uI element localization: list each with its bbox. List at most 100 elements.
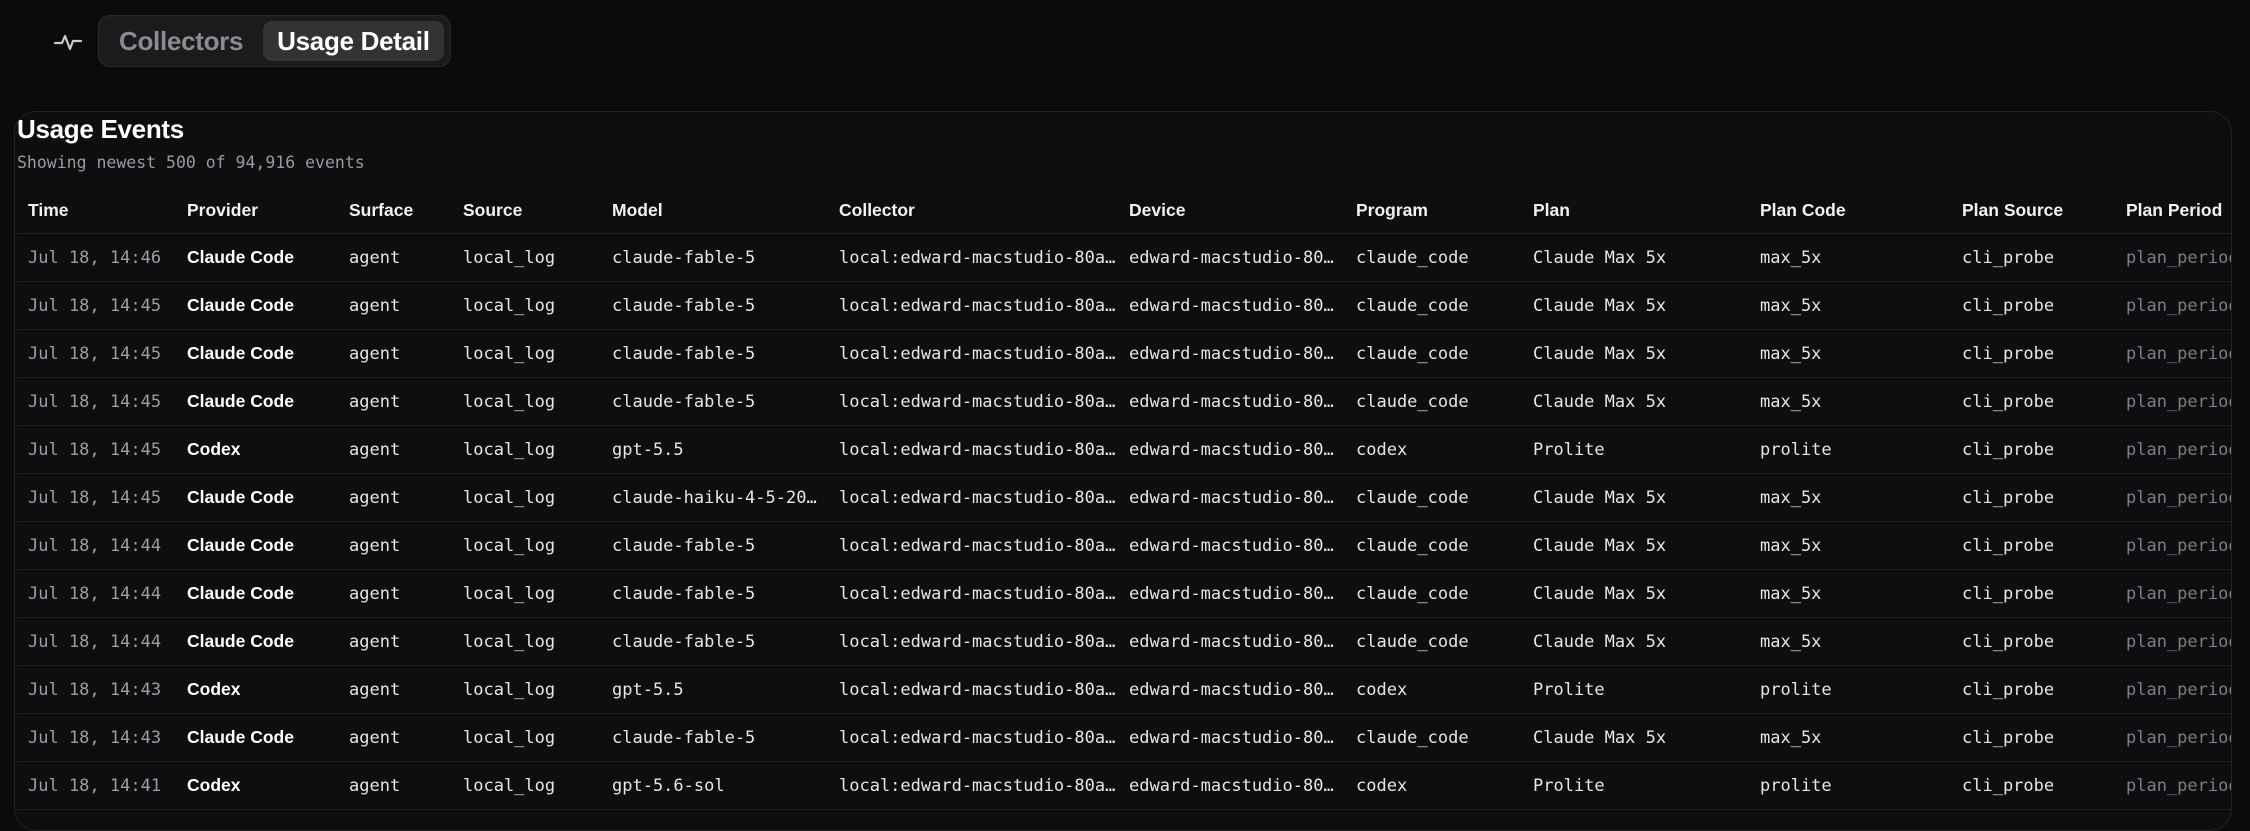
column-header-time[interactable]: Time [17,187,176,234]
cell-plan-code: max_5x [1749,521,1951,570]
cell-program: claude_code [1345,473,1522,522]
activity-pulse-icon[interactable] [52,28,84,56]
cell-plan-period: plan_period [2115,377,2231,426]
cell-source: local_log [452,233,601,282]
cell-surface: agent [338,713,452,762]
cell-plan-code: max_5x [1749,617,1951,666]
panel-title: Usage Events [17,114,184,144]
cell-time: Jul 18, 14:43 [17,713,176,762]
cell-surface: agent [338,761,452,810]
events-count-subtitle: Showing newest 500 of 94,916 events [17,153,365,172]
cell-source: local_log [452,473,601,522]
cell-plan-source: cli_probe [1951,617,2115,666]
cell-plan-period: plan_period [2115,617,2231,666]
column-header-program[interactable]: Program [1345,187,1522,234]
cell-surface: agent [338,377,452,426]
cell-device: edward-macstudio-80… [1118,713,1345,762]
cell-plan-code: max_5x [1749,569,1951,618]
cell-provider: Codex [176,425,338,474]
cell-program: codex [1345,665,1522,714]
cell-time: Jul 18, 14:43 [17,665,176,714]
cell-plan: Claude Max 5x [1522,473,1749,522]
cell-model: gpt-5.5 [601,425,828,474]
column-header-device[interactable]: Device [1118,187,1345,234]
table-header-row: Time Provider Surface Source Model Collector D… [17,187,2231,234]
cell-model: gpt-5.5 [601,665,828,714]
cell-provider: Claude Code [176,233,338,282]
cell-model: claude-fable-5 [601,617,828,666]
cell-time: Jul 18, 14:45 [17,425,176,474]
cell-device: edward-macstudio-80… [1118,617,1345,666]
cell-plan-code: max_5x [1749,233,1951,282]
cell-model: claude-fable-5 [601,713,828,762]
cell-provider: Claude Code [176,569,338,618]
tab-usage-detail[interactable]: Usage Detail [263,21,444,61]
cell-time: Jul 18, 14:45 [17,473,176,522]
cell-device: edward-macstudio-80… [1118,761,1345,810]
cell-source: local_log [452,425,601,474]
cell-plan: Prolite [1522,425,1749,474]
cell-time: Jul 18, 14:44 [17,617,176,666]
cell-device: edward-macstudio-80… [1118,281,1345,330]
cell-device: edward-macstudio-80… [1118,329,1345,378]
cell-plan-code: max_5x [1749,329,1951,378]
cell-program: claude_code [1345,233,1522,282]
cell-source: local_log [452,329,601,378]
cell-source: local_log [452,665,601,714]
cell-plan-source: cli_probe [1951,329,2115,378]
cell-surface: agent [338,425,452,474]
cell-surface: agent [338,569,452,618]
cell-collector: local:edward-macstudio-80a… [828,665,1118,714]
cell-device: edward-macstudio-80… [1118,233,1345,282]
table-row[interactable]: Jul 18, 14:43 Claude Code agent local_log cl… [17,713,2231,762]
cell-plan-period: plan_period [2115,425,2231,474]
cell-surface: agent [338,233,452,282]
cell-time: Jul 18, 14:46 [17,233,176,282]
table-row[interactable]: Jul 18, 14:41 Codex agent local_log gpt-5.6-… [17,761,2231,810]
cell-program: codex [1345,761,1522,810]
cell-source: local_log [452,713,601,762]
cell-plan-period: plan_period [2115,473,2231,522]
table-row[interactable]: Jul 18, 14:44 Claude Code agent local_log cl… [17,617,2231,666]
cell-plan: Claude Max 5x [1522,329,1749,378]
column-header-source[interactable]: Source [452,187,601,234]
cell-plan-source: cli_probe [1951,569,2115,618]
column-header-plan[interactable]: Plan [1522,187,1749,234]
table-row[interactable]: Jul 18, 14:45 Claude Code agent local_log cl… [17,329,2231,378]
cell-plan: Claude Max 5x [1522,233,1749,282]
table-row[interactable]: Jul 18, 14:46 Claude Code agent local_log cl… [17,233,2231,282]
cell-device: edward-macstudio-80… [1118,425,1345,474]
table-row[interactable]: Jul 18, 14:45 Claude Code agent local_log cl… [17,473,2231,522]
cell-plan-source: cli_probe [1951,665,2115,714]
tab-collectors[interactable]: Collectors [105,21,257,61]
column-header-plan-source[interactable]: Plan Source [1951,187,2115,234]
cell-provider: Codex [176,665,338,714]
column-header-model[interactable]: Model [601,187,828,234]
table-body: Jul 18, 14:46 Claude Code agent local_log cl… [17,233,2231,810]
usage-events-panel: Usage Events Showing newest 500 of 94,91… [14,111,2232,831]
cell-plan-period: plan_period [2115,329,2231,378]
column-header-surface[interactable]: Surface [338,187,452,234]
table-row[interactable]: Jul 18, 14:45 Codex agent local_log gpt-5.5 l… [17,425,2231,474]
table-row[interactable]: Jul 18, 14:43 Codex agent local_log gpt-5.5 l… [17,665,2231,714]
column-header-provider[interactable]: Provider [176,187,338,234]
cell-collector: local:edward-macstudio-80a… [828,569,1118,618]
cell-provider: Claude Code [176,281,338,330]
cell-plan-source: cli_probe [1951,425,2115,474]
column-header-plan-period[interactable]: Plan Period [2115,187,2231,234]
column-header-collector[interactable]: Collector [828,187,1118,234]
cell-collector: local:edward-macstudio-80a… [828,473,1118,522]
table-row[interactable]: Jul 18, 14:45 Claude Code agent local_log cl… [17,377,2231,426]
table-row[interactable]: Jul 18, 14:44 Claude Code agent local_log cl… [17,521,2231,570]
table-row[interactable]: Jul 18, 14:44 Claude Code agent local_log cl… [17,569,2231,618]
column-header-plan-code[interactable]: Plan Code [1749,187,1951,234]
cell-model: claude-haiku-4-5-20… [601,473,828,522]
cell-plan: Claude Max 5x [1522,521,1749,570]
cell-device: edward-macstudio-80… [1118,665,1345,714]
cell-surface: agent [338,521,452,570]
cell-plan-source: cli_probe [1951,761,2115,810]
cell-provider: Claude Code [176,617,338,666]
cell-plan-source: cli_probe [1951,473,2115,522]
cell-time: Jul 18, 14:45 [17,329,176,378]
table-row[interactable]: Jul 18, 14:45 Claude Code agent local_log cl… [17,281,2231,330]
